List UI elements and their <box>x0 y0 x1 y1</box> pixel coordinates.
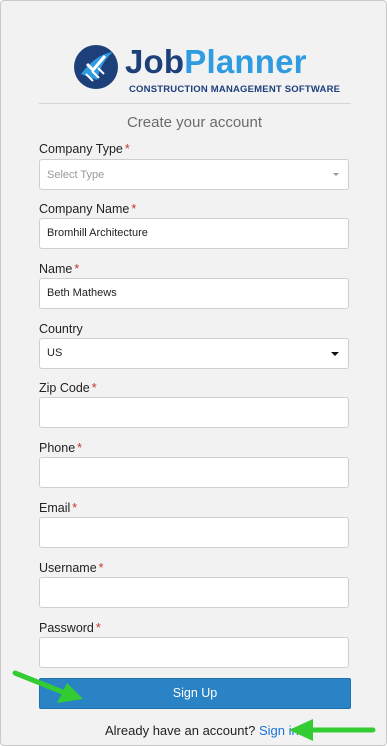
required-mark: * <box>131 202 137 216</box>
required-mark: * <box>98 561 104 575</box>
page-title: Create your account <box>126 114 263 131</box>
company-type-select[interactable]: Select Type <box>39 159 349 190</box>
logo-word-planner: Planner <box>184 43 307 80</box>
logo-wordmark: JobPlanner <box>125 42 307 82</box>
name-label-text: Name <box>39 262 73 276</box>
password-input[interactable] <box>39 637 349 668</box>
required-mark: * <box>72 501 78 515</box>
company-name-label: Company Name * <box>39 202 136 216</box>
country-select[interactable]: US <box>39 338 349 369</box>
zip-label: Zip Code * <box>39 381 97 395</box>
signin-prompt-text: Already have an account? <box>105 723 256 738</box>
chevron-down-icon <box>333 173 339 176</box>
name-label: Name * <box>39 262 79 276</box>
company-type-placeholder: Select Type <box>47 169 105 181</box>
phone-input[interactable] <box>39 457 349 488</box>
country-label-text: Country <box>39 322 83 336</box>
country-value: US <box>47 347 63 359</box>
company-name-input[interactable]: Bromhill Architecture <box>39 218 349 249</box>
name-value: Beth Mathews <box>47 287 117 299</box>
logo-mark-icon <box>74 45 118 89</box>
company-name-value: Bromhill Architecture <box>47 227 148 239</box>
signin-prompt: Already have an account? Sign in <box>105 723 299 738</box>
company-name-label-text: Company Name <box>39 202 130 216</box>
arrow-to-signin-icon <box>289 719 376 741</box>
username-input[interactable] <box>39 577 349 608</box>
header-divider <box>39 103 351 104</box>
required-mark: * <box>77 441 83 455</box>
username-label: Username * <box>39 561 104 575</box>
phone-label: Phone * <box>39 441 82 455</box>
company-type-label-text: Company Type <box>39 142 123 156</box>
email-label: Email * <box>39 501 77 515</box>
email-label-text: Email <box>39 501 71 515</box>
required-mark: * <box>74 262 80 276</box>
zip-label-text: Zip Code <box>39 381 90 395</box>
username-label-text: Username <box>39 561 97 575</box>
email-input[interactable] <box>39 517 349 548</box>
logo-word-job: Job <box>125 43 185 80</box>
chevron-down-icon <box>331 352 339 356</box>
password-label: Password * <box>39 621 101 635</box>
signup-card: JobPlanner CONSTRUCTION MANAGEMENT SOFTW… <box>0 0 387 746</box>
name-input[interactable]: Beth Mathews <box>39 278 349 309</box>
country-label: Country <box>39 322 83 336</box>
zip-input[interactable] <box>39 397 349 428</box>
required-mark: * <box>91 381 97 395</box>
password-label-text: Password <box>39 621 94 635</box>
phone-label-text: Phone <box>39 441 76 455</box>
logo-tagline: CONSTRUCTION MANAGEMENT SOFTWARE <box>129 84 341 95</box>
arrow-to-signup-icon <box>12 670 83 703</box>
required-mark: * <box>124 142 130 156</box>
company-type-label: Company Type * <box>39 142 130 156</box>
required-mark: * <box>95 621 101 635</box>
